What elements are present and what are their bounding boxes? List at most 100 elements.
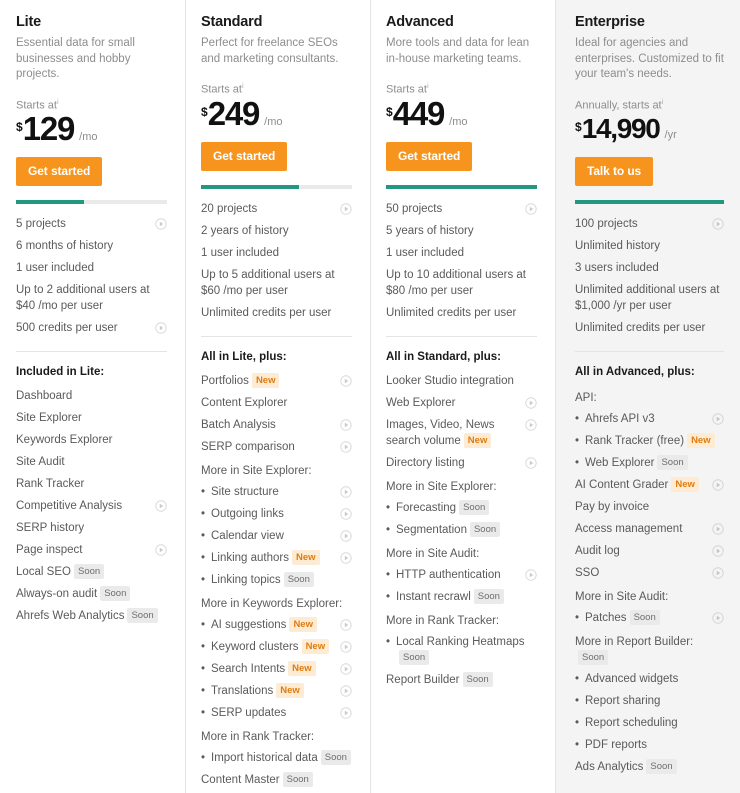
plan-features-list: Looker Studio integration Web Explorer Ima… xyxy=(386,370,537,691)
feature-label: Site structure xyxy=(211,485,279,498)
video-play-icon[interactable] xyxy=(525,456,537,469)
video-play-icon[interactable] xyxy=(712,567,724,579)
plan-limit-text: Unlimited history xyxy=(575,240,660,253)
plan-limit-row: 500 credits per user xyxy=(16,317,167,339)
video-play-icon[interactable] xyxy=(340,706,352,719)
info-icon[interactable]: i xyxy=(242,81,244,90)
video-play-icon[interactable] xyxy=(340,418,352,431)
video-play-icon[interactable] xyxy=(712,523,724,535)
feature-text: Batch Analysis xyxy=(201,417,336,433)
feature-label: Ahrefs Web Analytics xyxy=(16,610,125,623)
feature-label: Outgoing links xyxy=(211,507,284,520)
video-play-icon[interactable] xyxy=(340,374,352,387)
video-play-icon[interactable] xyxy=(340,485,352,498)
plan-limit-text: 5 projects xyxy=(16,218,66,231)
badge-soon: Soon xyxy=(127,608,158,624)
badge-soon: Soon xyxy=(100,586,131,602)
feature-row: Ahrefs API v3 xyxy=(575,408,724,430)
video-play-icon[interactable] xyxy=(340,640,352,653)
cta-button-advanced[interactable]: Get started xyxy=(386,141,473,171)
starts-at-text: Starts at xyxy=(201,83,242,96)
info-icon[interactable]: i xyxy=(427,81,429,90)
plan-capacity-meter-fill xyxy=(386,184,537,189)
feature-group-label: More in Keywords Explorer: xyxy=(201,597,343,610)
video-play-icon[interactable] xyxy=(155,544,167,556)
video-play-icon[interactable] xyxy=(155,500,167,512)
video-play-icon[interactable] xyxy=(340,529,352,542)
plan-limit-text: Unlimited credits per user xyxy=(201,306,332,319)
video-play-icon[interactable] xyxy=(712,479,724,491)
badge-soon: Soon xyxy=(469,521,501,537)
plan-features-list: Portfolios New Content Explorer Batch Analy… xyxy=(201,370,352,791)
feature-row: Rank Tracker xyxy=(16,473,167,495)
feature-row: Site Explorer xyxy=(16,407,167,429)
video-play-icon[interactable] xyxy=(340,440,352,453)
video-play-icon[interactable] xyxy=(340,551,352,564)
feature-text: Site Audit xyxy=(16,454,167,470)
info-icon[interactable]: i xyxy=(662,97,664,106)
currency-symbol: $ xyxy=(575,120,582,135)
feature-text: Page inspect xyxy=(16,542,151,558)
plan-features-list: Dashboard Site Explorer Keywords Explorer S… xyxy=(16,385,167,627)
video-play-icon[interactable] xyxy=(525,202,537,215)
video-play-icon[interactable] xyxy=(525,418,537,431)
feature-text: Local Ranking HeatmapsSoon xyxy=(396,634,537,666)
price-amount: 129 xyxy=(22,110,76,148)
feature-text: ForecastingSoon xyxy=(396,499,537,516)
video-play-icon[interactable] xyxy=(525,568,537,581)
info-icon[interactable]: i xyxy=(57,97,59,106)
video-play-icon[interactable] xyxy=(155,322,167,334)
cta-button-enterprise[interactable]: Talk to us xyxy=(575,157,654,187)
plan-capacity-meter xyxy=(16,200,167,205)
video-play-icon[interactable] xyxy=(340,618,352,631)
pricing-plans-grid: Lite Essential data for small businesses … xyxy=(0,0,740,793)
badge-new: New xyxy=(289,616,317,632)
video-play-icon[interactable] xyxy=(712,218,724,230)
plan-limit-row: 20 projects xyxy=(201,198,352,220)
video-play-icon[interactable] xyxy=(712,545,724,557)
plan-card-advanced: Advanced More tools and data for lean in-… xyxy=(370,0,555,793)
feature-label: Search Intents xyxy=(211,662,286,675)
feature-text: Pay by invoice xyxy=(575,499,724,515)
feature-row: SERP updates xyxy=(201,702,352,724)
feature-label: SERP updates xyxy=(211,706,287,719)
video-play-icon[interactable] xyxy=(340,202,352,215)
feature-text: Web ExplorerSoon xyxy=(585,455,724,471)
video-play-icon[interactable] xyxy=(155,218,167,230)
feature-group-heading: API: xyxy=(575,385,724,408)
price-row: $129/mo xyxy=(16,112,167,146)
video-play-icon[interactable] xyxy=(340,507,352,520)
feature-row: Keywords Explorer xyxy=(16,429,167,451)
feature-label: Pay by invoice xyxy=(575,501,650,514)
feature-text: Dashboard xyxy=(16,388,167,404)
plan-card-enterprise: Enterprise Ideal for agencies and enterpr… xyxy=(555,0,740,793)
video-play-icon[interactable] xyxy=(340,684,352,697)
feature-label: PDF reports xyxy=(585,739,647,752)
video-play-icon[interactable] xyxy=(525,396,537,409)
badge-soon: Soon xyxy=(657,455,688,471)
feature-text: Content Explorer xyxy=(201,395,352,411)
feature-row: Local Ranking HeatmapsSoon xyxy=(386,631,537,669)
feature-text: Linking authorsNew xyxy=(211,549,336,566)
badge-soon: Soon xyxy=(473,588,504,604)
video-play-icon[interactable] xyxy=(340,662,352,675)
plan-limit-row: Unlimited credits per user xyxy=(386,302,537,324)
feature-group-heading: More in Site Explorer: xyxy=(386,474,537,497)
feature-text: Site structure xyxy=(211,484,336,500)
video-play-icon[interactable] xyxy=(712,413,724,425)
feature-row: SSO xyxy=(575,562,724,584)
feature-label: Instant recrawl xyxy=(396,590,471,603)
feature-row: AI Content Grader New xyxy=(575,474,724,496)
feature-label: Ads Analytics xyxy=(575,761,644,774)
video-play-icon[interactable] xyxy=(712,612,724,624)
feature-text: Web Explorer xyxy=(386,395,521,411)
badge-new: New xyxy=(301,638,330,654)
plan-description: Essential data for small businesses and … xyxy=(16,37,135,80)
section-divider xyxy=(16,351,167,353)
cta-button-lite[interactable]: Get started xyxy=(16,157,103,187)
feature-row: ForecastingSoon xyxy=(386,497,537,519)
price-period: /mo xyxy=(79,131,98,144)
feature-row: Site structure xyxy=(201,481,352,503)
feature-row: Dashboard xyxy=(16,385,167,407)
cta-button-standard[interactable]: Get started xyxy=(201,141,288,171)
